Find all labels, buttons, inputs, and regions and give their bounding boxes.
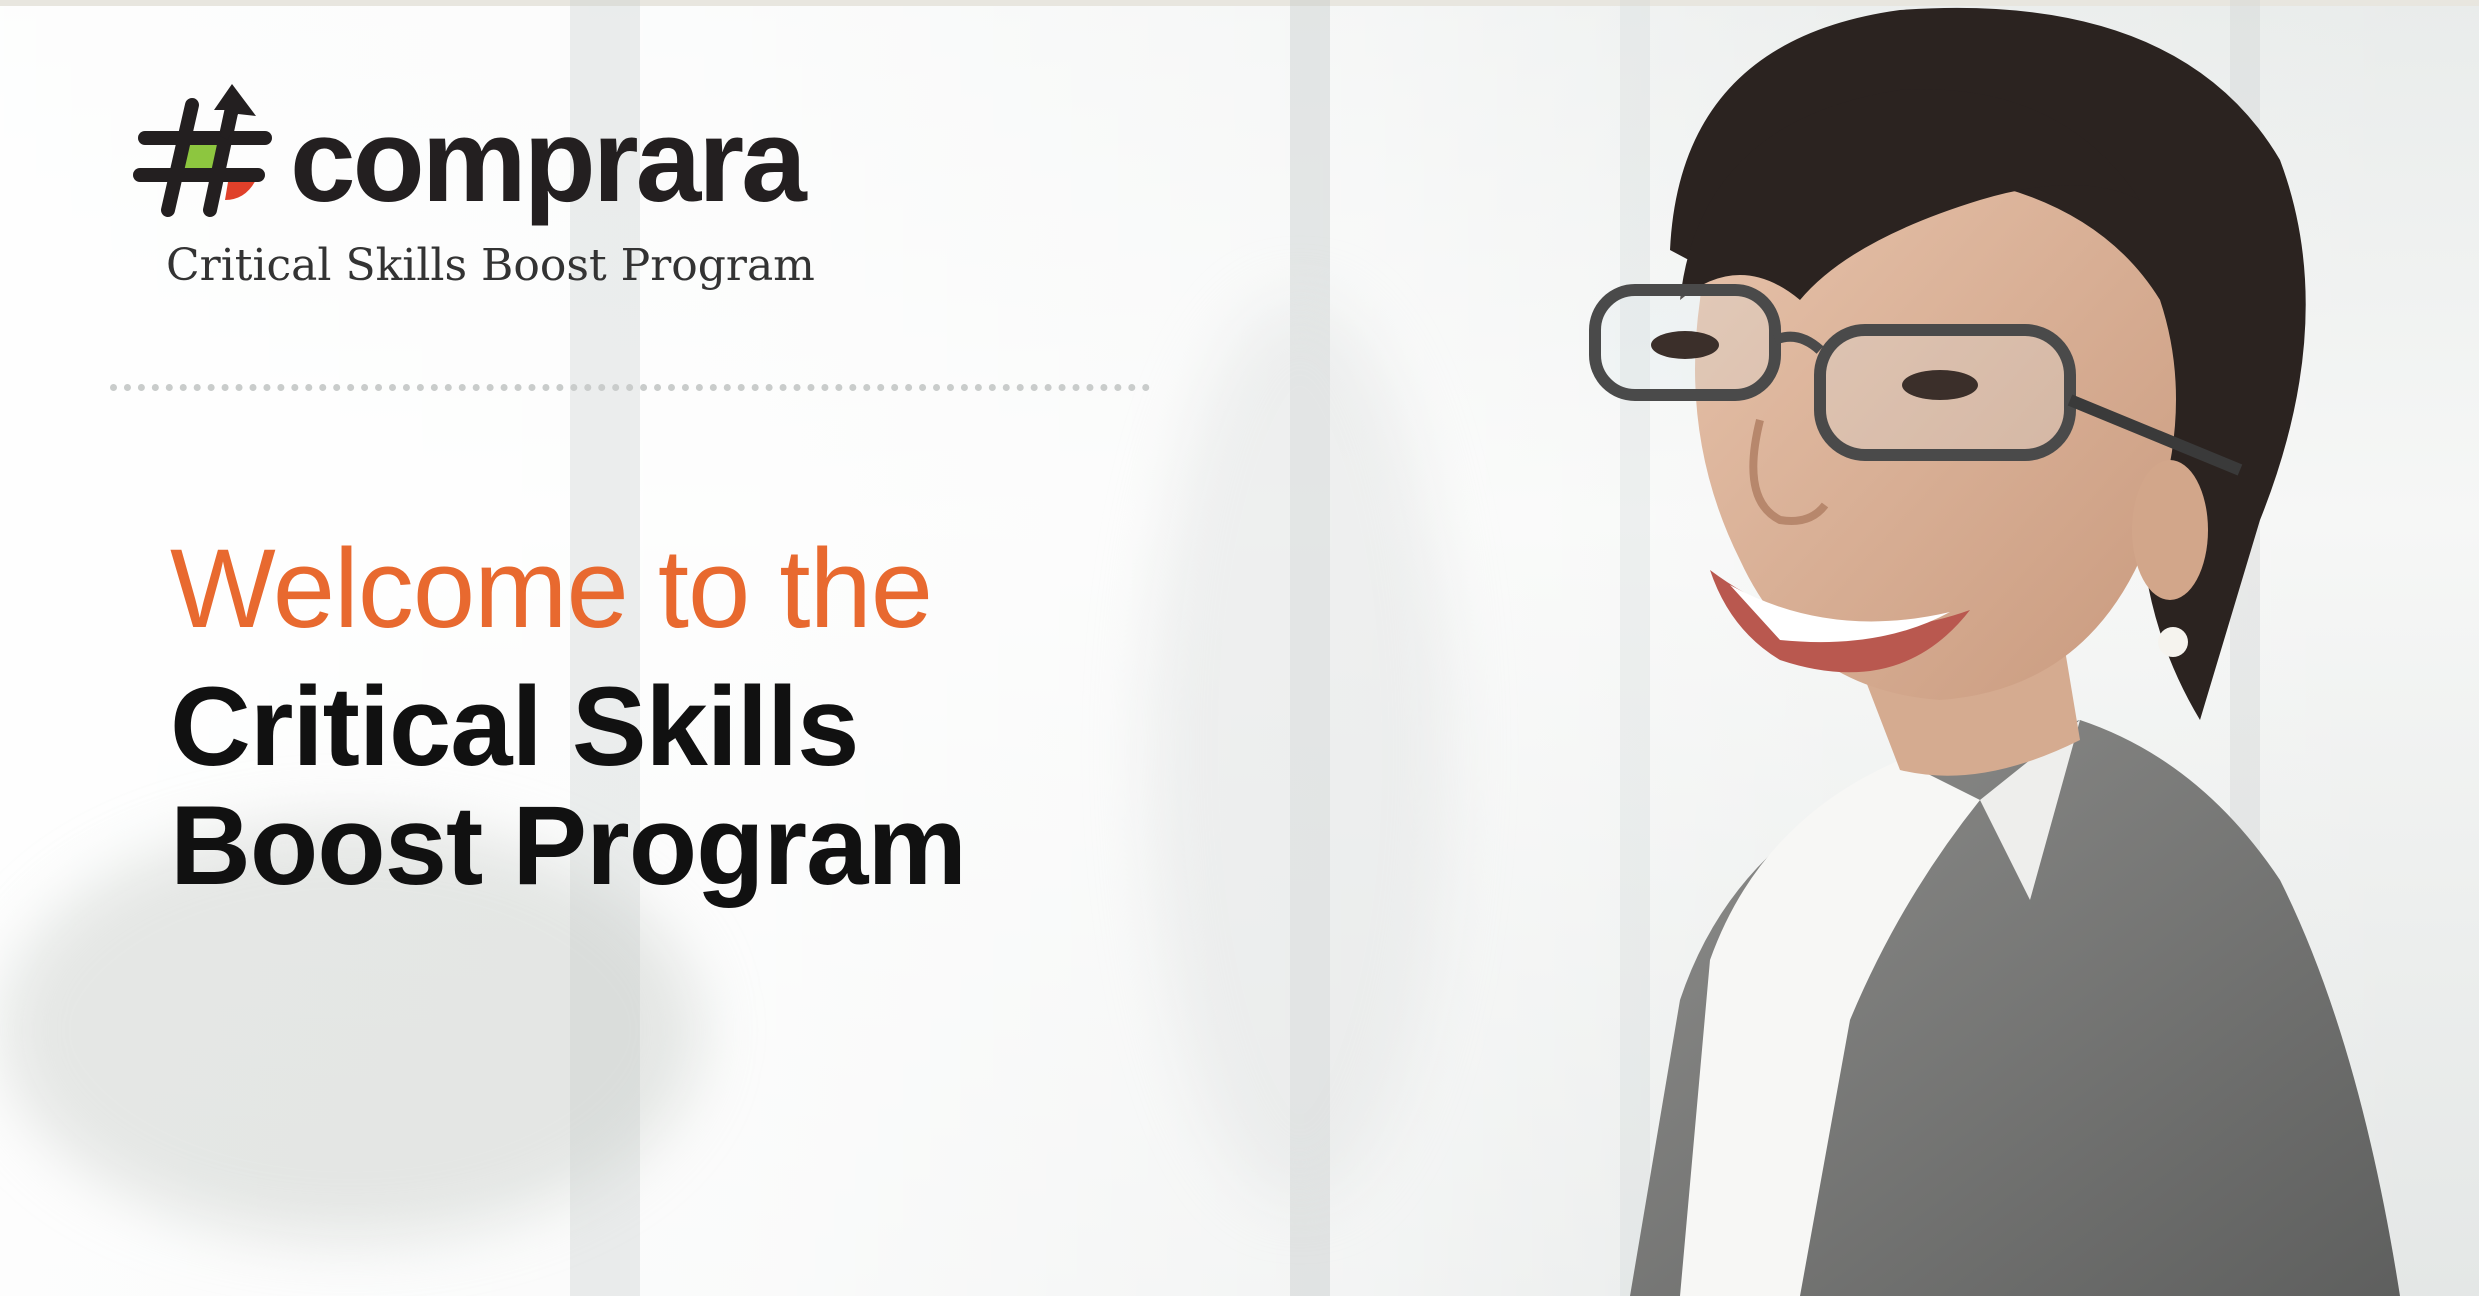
hero-banner: comprara Critical Skills Boost Program W… [0,0,2479,1296]
program-headline: Critical Skills Boost Program [170,664,967,908]
welcome-heading: Welcome to the [170,526,933,651]
dotted-divider [110,384,1150,391]
headline-line-2: Boost Program [170,782,967,908]
brand-wordmark: comprara [290,95,807,227]
person-photo [1589,7,2400,1296]
brand-tagline: Critical Skills Boost Program [166,240,815,291]
brand-logo[interactable]: comprara Critical Skills Boost Program [130,80,890,291]
hash-arrow-logo-icon [133,84,272,217]
headline-line-1: Critical Skills [170,664,859,789]
